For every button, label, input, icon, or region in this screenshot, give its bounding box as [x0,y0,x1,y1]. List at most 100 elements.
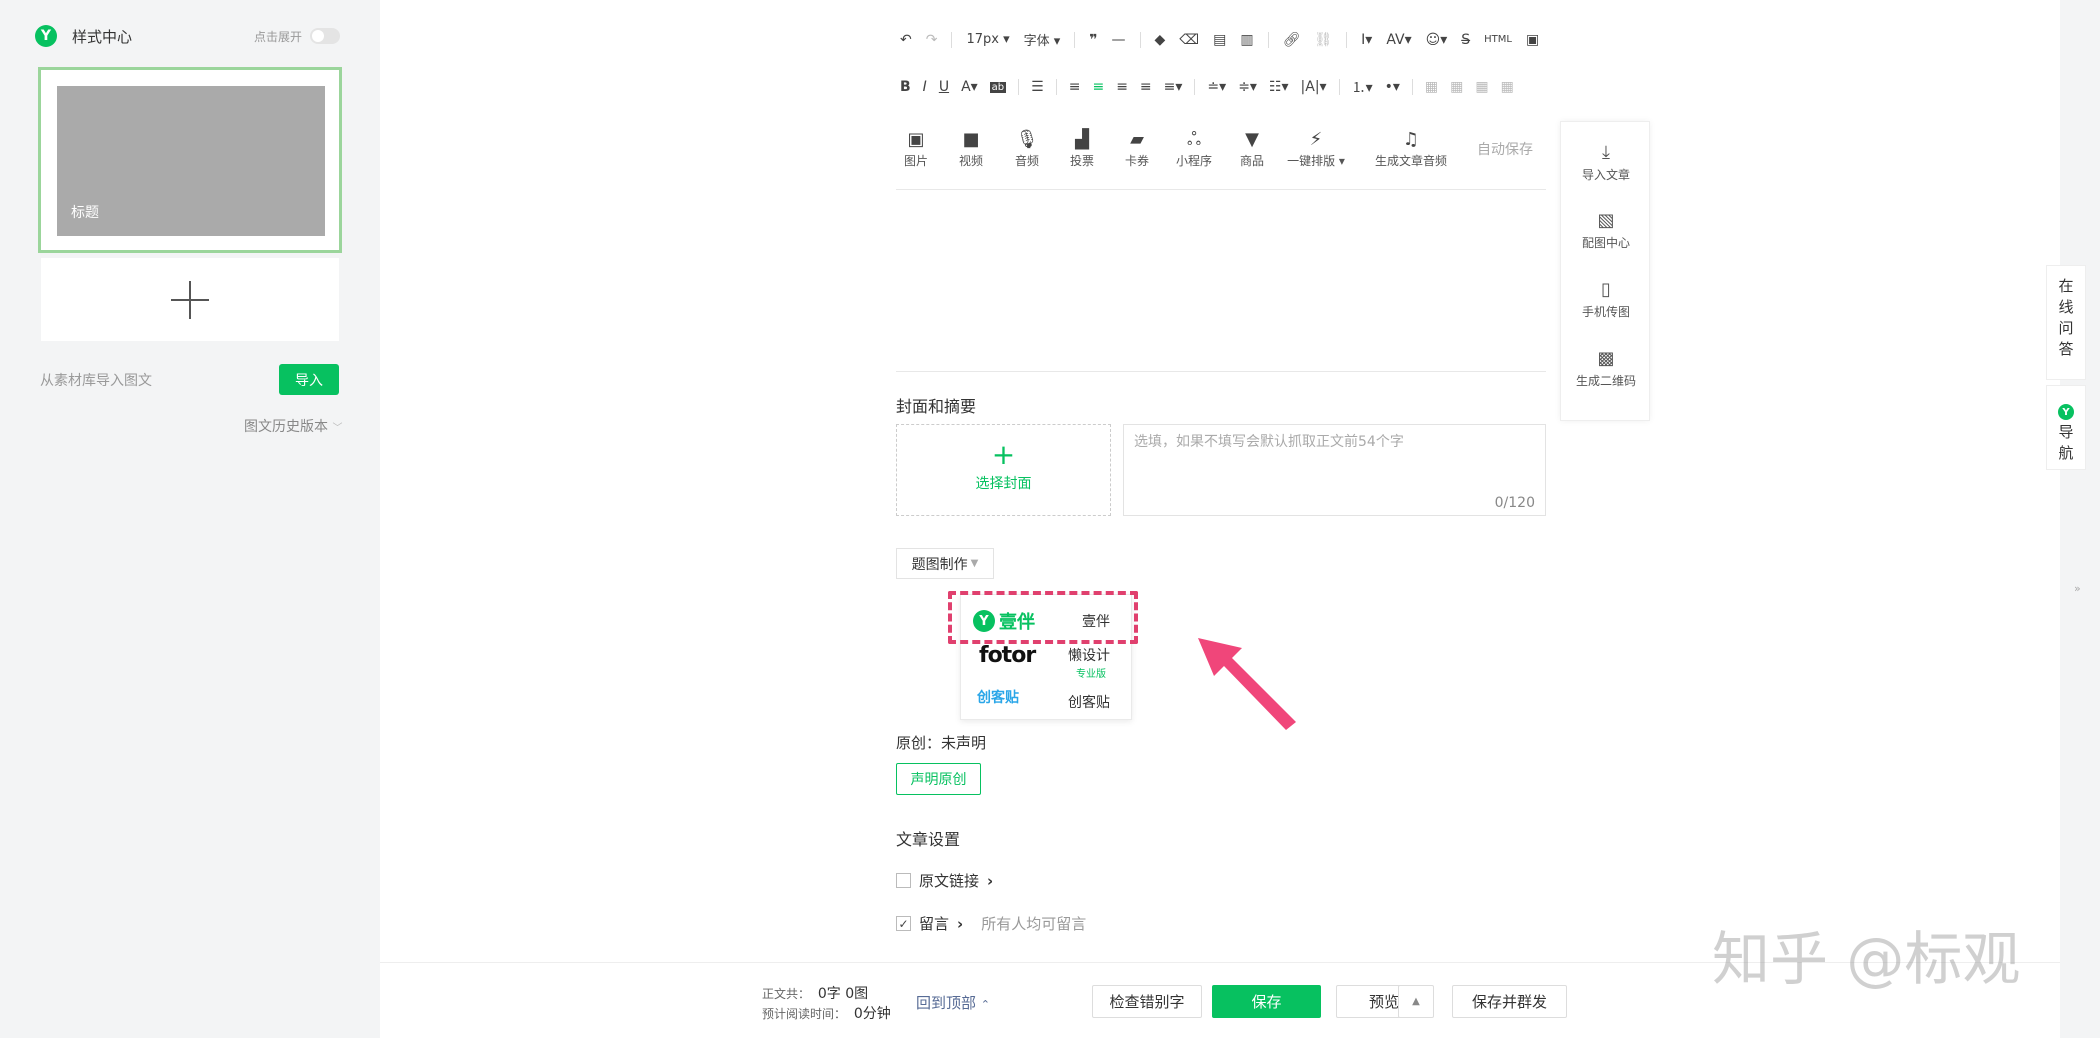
original-link-checkbox[interactable] [896,873,911,888]
clear-format-icon[interactable]: ⌫ [1179,32,1199,48]
text-direction-icon[interactable]: |A|▾ [1301,79,1327,95]
link-icon[interactable]: 🔗︎ [1283,32,1301,48]
strikethrough-icon[interactable]: S̶ [1461,32,1470,48]
add-cover-plus-icon: + [991,438,1016,471]
align-justify-icon[interactable]: ≡ [1140,79,1152,95]
zhihu-watermark: 知乎 @标观 [1712,925,2021,993]
font-color-icon[interactable]: A▾ [961,79,978,95]
original-link-label[interactable]: 原文链接 [919,870,979,891]
letter-spacing-icon[interactable]: AV▾ [1386,32,1411,48]
select-cover-button[interactable]: + 选择封面 [896,424,1111,516]
underline-icon[interactable]: U [939,79,949,95]
insert-miniprogram-button[interactable]: ஃ 小程序 [1164,128,1224,169]
collapse-arrow-icon[interactable]: » [2074,582,2081,595]
insert-image-button[interactable]: ▣ 图片 [886,128,946,169]
paragraph-spacing-before-icon[interactable]: ≐▾ [1207,79,1226,95]
comments-label[interactable]: 留言 [919,913,949,934]
image-center-button[interactable]: ▧ 配图中心 [1561,208,1651,251]
check-typo-button[interactable]: 检查错别字 [1092,985,1202,1018]
navigation-tab[interactable]: Y 导航 [2046,385,2086,470]
phone-upload-label: 手机传图 [1581,305,1630,319]
template-icon[interactable]: ▤ [1213,32,1226,48]
import-article-button[interactable]: ⤓ 导入文章 [1561,140,1651,183]
align-left-icon[interactable]: ≡ [1069,79,1081,95]
history-version-link[interactable]: 图文历史版本 ﹀ [244,416,342,436]
unordered-list-icon[interactable]: •▾ [1385,79,1400,95]
insert-video-button[interactable]: ■ 视频 [941,128,1001,169]
align-right-icon[interactable]: ≡ [1116,79,1128,95]
toolbox-icon[interactable]: ▣ [1526,32,1539,48]
original-status: 原创：未声明 [896,734,987,752]
document-icon[interactable]: ▥ [1240,32,1253,48]
unlink-icon[interactable]: ⛓︎ [1314,32,1332,48]
float-none-icon[interactable]: ▦ [1450,79,1463,95]
float-right-icon[interactable]: ▦ [1475,79,1488,95]
insert-vote-button[interactable]: ▟ 投票 [1052,128,1112,169]
image-icon: ▣ [907,129,925,150]
phone-upload-button[interactable]: ▯ 手机传图 [1561,277,1651,320]
chuangketie-brand-logo: 创客贴 [977,690,1019,706]
insert-audio-button[interactable]: 🎙︎ 音频 [997,128,1057,169]
one-click-layout-button[interactable]: ⚡ 一键排版 ▾ [1276,128,1356,169]
expand-label: 点击展开 [254,30,303,44]
product-icon: ▼ [1245,129,1259,150]
title-image-dropdown[interactable]: 题图制作 ▼ [896,548,994,579]
summary-textarea[interactable]: 选填，如果不填写会默认抓取正文前54个字 0/120 [1123,424,1546,516]
read-time-label: 预计阅读时间： [762,1007,847,1021]
paragraph-spacing-after-icon[interactable]: ≑▾ [1238,79,1257,95]
comments-checkbox-checked-icon[interactable]: ✓ [896,916,911,931]
comments-row: ✓ 留言 › 所有人均可留言 [896,913,1086,934]
back-to-top-link[interactable]: 回到顶部 ⌃ [916,992,990,1013]
float-left-icon[interactable]: ▦ [1425,79,1438,95]
line-spacing-icon[interactable]: ☷▾ [1269,79,1289,95]
align-more-icon[interactable]: ≡▾ [1164,79,1183,95]
qrcode-icon: ▩ [1597,348,1615,369]
generate-qrcode-label: 生成二维码 [1575,374,1636,388]
format-painter-icon[interactable]: ◆ [1155,32,1166,48]
background-color-icon[interactable]: ab [989,81,1007,93]
indent-icon[interactable]: ☰ [1031,79,1044,95]
preview-more-icon[interactable]: ▲ [1398,985,1434,1018]
redo-icon[interactable]: ↷ [926,32,938,48]
float-center-icon[interactable]: ▦ [1501,79,1514,95]
online-qa-tab[interactable]: 在线问答 [2046,265,2086,380]
quote-icon[interactable]: ❞ [1089,32,1097,48]
html-icon[interactable]: HTML [1484,34,1512,45]
right-edge-bar [2060,0,2100,1038]
toolbar-row-1: ↶ ↷ 17px ▾ 字体 ▾ ❞ — ◆ ⌫ ▤ ▥ 🔗︎ ⛓︎ Ⅰ▾ AV▾… [900,30,1539,49]
insert-vote-label: 投票 [1069,154,1094,168]
align-center-icon[interactable]: ≡ [1092,79,1104,95]
line-height-icon[interactable]: Ⅰ▾ [1361,32,1372,48]
italic-icon[interactable]: I [923,79,927,95]
import-hint: 从素材库导入图文 [40,373,152,389]
menu-item-chuangketie[interactable]: 创客贴 [1068,692,1110,712]
divider-line-icon[interactable]: — [1112,32,1126,48]
one-click-layout-label: 一键排版 [1287,154,1336,168]
article-card[interactable]: 标题 [38,67,342,253]
emoji-icon[interactable]: ☺▾ [1426,32,1448,48]
ordered-list-icon[interactable]: ⒈▾ [1352,77,1373,97]
bold-icon[interactable]: B [900,79,911,95]
insert-card-button[interactable]: ▰ 卡券 [1107,128,1167,169]
undo-icon[interactable]: ↶ [900,32,912,48]
media-toolbar: ▣ 图片 ■ 视频 🎙︎ 音频 ▟ 投票 ▰ 卡券 ஃ 小程序 ▼ 商品 ⚡ 一键排版 ▾ ♫ 生… [886,128,1566,178]
add-article-button[interactable] [41,258,339,341]
generate-audio-button[interactable]: ♫ 生成文章音频 [1366,128,1456,169]
import-button[interactable]: 导入 [279,364,339,395]
plus-icon [171,280,209,319]
save-and-send-button[interactable]: 保存并群发 [1452,985,1567,1018]
declare-original-button[interactable]: 声明原创 [896,763,981,795]
insert-product-button[interactable]: ▼ 商品 [1222,128,1282,169]
font-family-select[interactable]: 字体 ▾ [1024,30,1061,49]
expand-toggle[interactable] [310,28,340,44]
font-size-select[interactable]: 17px ▾ [966,32,1009,47]
image-center-label: 配图中心 [1581,236,1630,250]
miniprogram-icon: ஃ [1186,129,1202,150]
insert-video-label: 视频 [958,154,983,168]
save-button[interactable]: 保存 [1212,985,1321,1018]
menu-item-lansheji[interactable]: 懒设计 [1068,645,1110,665]
generate-qrcode-button[interactable]: ▩ 生成二维码 [1561,346,1651,389]
read-time-row: 预计阅读时间： 0分钟 [762,1003,891,1023]
insert-image-label: 图片 [903,154,928,168]
title-image-dropdown-label: 题图制作 [911,556,968,573]
